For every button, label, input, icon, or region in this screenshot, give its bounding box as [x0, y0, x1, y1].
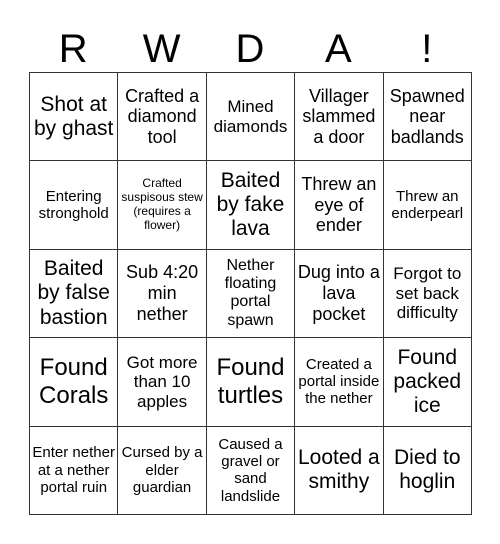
bingo-title: R W D A !	[29, 26, 471, 72]
bingo-cell[interactable]: Died to hoglin	[382, 425, 472, 515]
title-letter: W	[142, 27, 181, 71]
bingo-cell[interactable]: Mined diamonds	[205, 71, 296, 162]
bingo-cell[interactable]: Dug into a lava pocket	[294, 248, 384, 339]
bingo-cell[interactable]: Baited by false bastion	[28, 248, 119, 339]
board-row: Entering stronghold Crafted suspisous ste…	[28, 160, 472, 250]
bingo-cell[interactable]: Found Corals	[28, 337, 119, 427]
bingo-cell[interactable]: Threw an enderpearl	[382, 160, 472, 250]
bingo-cell[interactable]: Sub 4:20 min nether	[117, 248, 207, 339]
bingo-cell[interactable]: Shot at by ghast	[28, 71, 119, 162]
bingo-cell[interactable]: Forgot to set back difficulty	[382, 248, 472, 339]
board-row: Found Corals Got more than 10 apples Found…	[28, 337, 472, 427]
title-letter: D	[235, 27, 265, 71]
bingo-cell[interactable]: Found packed ice	[382, 337, 472, 427]
bingo-cell[interactable]: Villager slammed a door	[294, 71, 384, 162]
board-row: Baited by false bastion Sub 4:20 min neth…	[28, 248, 472, 339]
bingo-cell[interactable]: Crafted a diamond tool	[117, 71, 207, 162]
title-letter: A	[325, 27, 352, 71]
bingo-cell[interactable]: Found turtles	[205, 337, 296, 427]
bingo-cell[interactable]: Nether floating portal spawn	[205, 248, 296, 339]
title-letter: !	[421, 27, 433, 71]
bingo-cell[interactable]: Spawned near badlands	[382, 71, 472, 162]
bingo-cell[interactable]: Got more than 10 apples	[117, 337, 207, 427]
bingo-cell[interactable]: Entering stronghold	[28, 160, 119, 250]
board-row: Shot at by ghast Crafted a diamond tool Mi…	[28, 71, 472, 162]
bingo-cell[interactable]: Baited by fake lava	[205, 160, 296, 250]
board-row: Enter nether at a nether portal ruin Curs…	[28, 425, 472, 515]
bingo-cell[interactable]: Created a portal inside the nether	[294, 337, 384, 427]
bingo-cell[interactable]: Caused a gravel or sand landslide	[205, 425, 296, 515]
bingo-cell[interactable]: Crafted suspisous stew (requires a flowe…	[117, 160, 207, 250]
bingo-cell[interactable]: Cursed by a elder guardian	[117, 425, 207, 515]
bingo-board: Shot at by ghast Crafted a diamond tool Mi…	[28, 71, 472, 515]
bingo-cell[interactable]: Threw an eye of ender	[294, 160, 384, 250]
title-letter: R	[58, 27, 88, 71]
bingo-cell[interactable]: Enter nether at a nether portal ruin	[28, 425, 119, 515]
bingo-cell[interactable]: Looted a smithy	[294, 425, 384, 515]
